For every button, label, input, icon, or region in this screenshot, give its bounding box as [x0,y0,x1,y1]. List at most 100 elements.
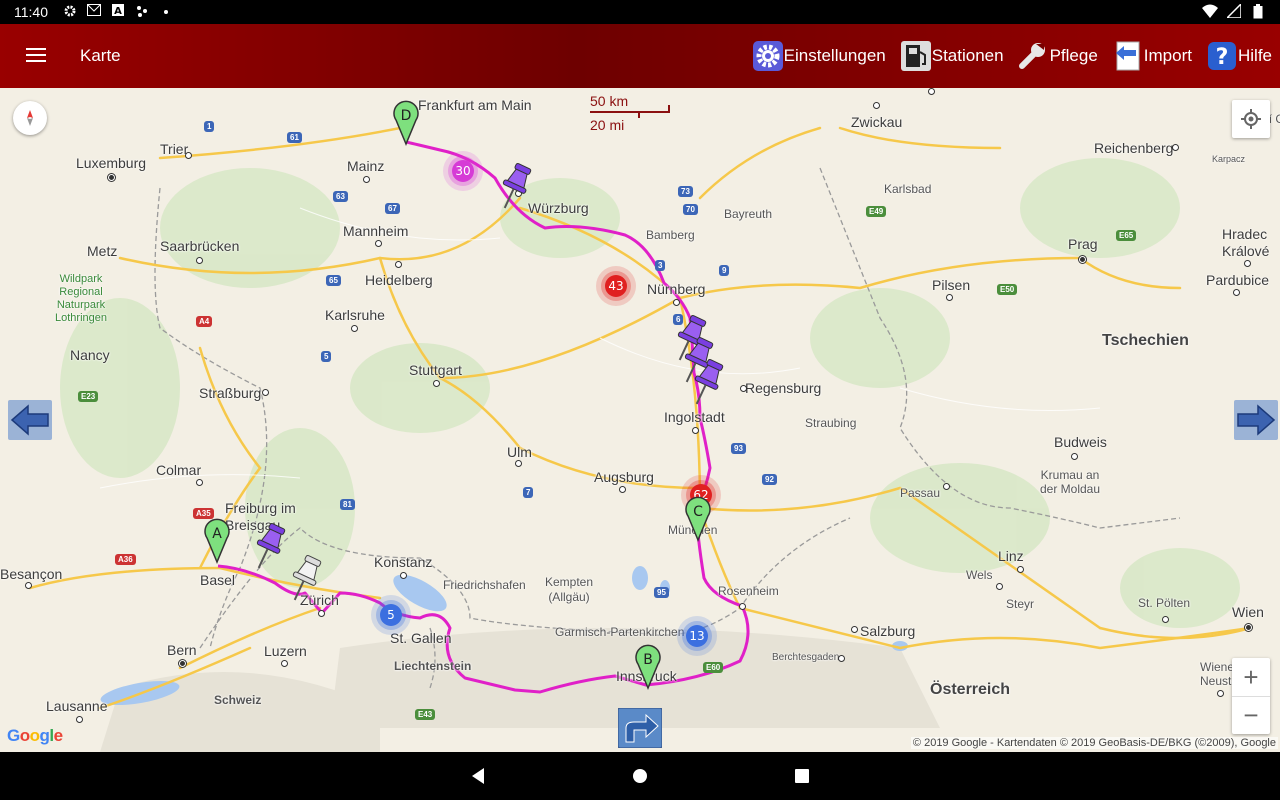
city-label: Pilsen [932,277,971,293]
zoom-controls: + − [1232,658,1270,734]
city-label: Colmar [156,462,202,478]
pushpin-icon[interactable] [250,520,286,576]
city-label: Passau [900,486,941,500]
stations-label: Stationen [931,46,1004,65]
city-dot [1017,566,1024,573]
city-label: Prag [1068,236,1098,252]
dot-icon [158,4,174,20]
cluster-marker[interactable]: 13 [676,615,718,657]
city-label: Bamberg [646,228,695,242]
highway-shield: E43 [415,709,436,720]
my-location-button[interactable] [1232,100,1270,138]
next-arrow-button[interactable] [1234,400,1278,440]
cluster-marker[interactable]: 30 [442,150,484,192]
import-icon [1112,40,1144,72]
city-label: Straßburg [199,385,262,401]
svg-text:?: ? [1216,45,1229,70]
import-button[interactable]: Import [1112,38,1192,74]
city-dot [196,479,203,486]
route-forward-button[interactable] [618,708,662,748]
city-dot [351,325,358,332]
back-icon[interactable] [468,766,488,786]
stations-button[interactable]: Stationen [900,38,1004,74]
city-label: Augsburg [594,469,654,485]
map-view[interactable]: Frankfurt am Main Zwickau Trier Luxembur… [0,88,1280,752]
city-dot [363,176,370,183]
city-dot [946,294,953,301]
home-icon[interactable] [630,766,650,786]
city-label: Würzburg [528,200,589,216]
city-dot [1217,690,1224,697]
signal-icon [1225,2,1242,20]
city-label: Pardubice [1206,272,1270,288]
highway-shield: E60 [703,662,724,673]
waypoint-marker-a[interactable]: A [203,518,231,564]
scale-mi: 20 mi [590,117,625,133]
city-label: Mainz [347,158,385,174]
cluster-count: 30 [455,164,470,178]
city-label: Hradec Králové [1222,226,1270,259]
city-dot [873,102,880,109]
highway-shield: E23 [78,391,99,402]
highway-shield: 1 [204,121,215,132]
recent-apps-icon[interactable] [792,766,812,786]
city-dot [740,385,747,392]
highway-shield: E50 [997,284,1018,295]
highway-shield: 61 [287,132,302,143]
compass-button[interactable] [13,101,47,135]
city-label: Bern [167,642,197,658]
waypoint-marker-c[interactable]: C [684,496,712,542]
city-label: Wels [966,568,993,582]
city-label: Nürnberg [647,281,706,297]
city-label: Luxemburg [76,155,147,171]
highway-shield: 95 [654,587,669,598]
city-dot [1244,260,1251,267]
city-dot [375,240,382,247]
settings-button[interactable]: Einstellungen [752,38,886,74]
pushpin-icon[interactable] [286,552,322,608]
highway-shield: 70 [683,204,698,215]
city-label: Frankfurt am Main [418,97,532,113]
app-bar: Karte Einstellungen Stationen Pflege Imp… [0,24,1280,88]
city-label: Krumau an der Moldau [1039,468,1101,496]
cluster-marker[interactable]: 5 [370,594,412,636]
wrench-icon [1018,40,1050,72]
city-label: Straubing [805,416,857,430]
zoom-in-button[interactable]: + [1232,658,1270,696]
help-icon: ? [1206,40,1238,72]
help-button[interactable]: ? Hilfe [1206,38,1272,74]
map-copyright: © 2019 Google - Kartendaten © 2019 GeoBa… [910,737,1278,749]
city-dot [1162,616,1169,623]
city-label: Nancy [70,347,110,363]
status-bar: 11:40 A [0,0,1280,24]
text-icon: A [110,4,126,20]
city-label: Besançon [0,566,63,582]
settings-label: Einstellungen [783,46,886,65]
city-label: Budweis [1054,434,1107,450]
city-dot [619,486,626,493]
highway-shield: 63 [333,191,348,202]
waypoint-marker-b[interactable]: B [634,644,662,690]
pushpin-icon[interactable] [688,356,724,412]
maintenance-button[interactable]: Pflege [1018,38,1098,74]
city-dot [1172,144,1179,151]
city-label: Wien [1232,604,1264,620]
country-label: Liechtenstein [394,659,472,673]
country-label: Tschechien [1102,332,1189,349]
city-dot [433,380,440,387]
toolbar-actions: Einstellungen Stationen Pflege Import ? … [738,38,1272,74]
cluster-marker[interactable]: 43 [595,265,637,307]
city-label: Metz [87,243,118,259]
previous-arrow-button[interactable] [8,400,52,440]
page-title: Karte [80,46,121,65]
highway-shield: 3 [655,260,666,271]
city-dot [515,460,522,467]
highway-shield: 9 [719,265,730,276]
zoom-out-button[interactable]: − [1232,696,1270,734]
gear-icon [62,4,78,20]
pushpin-icon[interactable] [496,160,532,216]
waypoint-marker-d[interactable]: D [392,100,420,146]
city-dot [178,659,187,668]
menu-button[interactable] [16,44,56,68]
city-label: Saarbrücken [160,238,240,254]
